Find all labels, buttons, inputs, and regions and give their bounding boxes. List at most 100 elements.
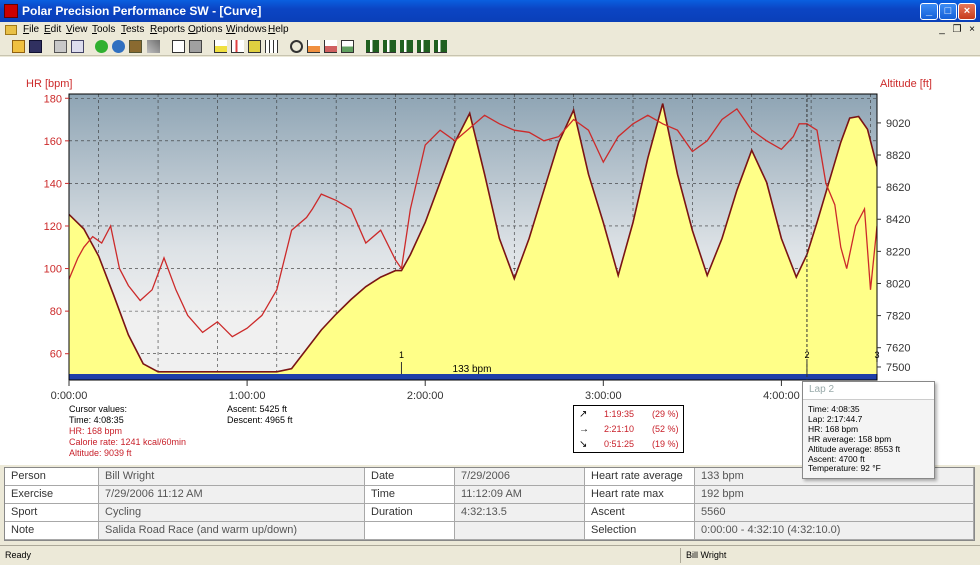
zone-time: 1:19:35: [604, 409, 635, 419]
y2-tick-label: 9020: [886, 118, 910, 130]
cursor-hr: HR: 168 bpm: [69, 426, 123, 436]
info-label: Sport: [5, 504, 99, 522]
lap-marker-label: 3: [874, 350, 879, 360]
chart-edit-icon[interactable]: [324, 40, 337, 53]
x-tick-label: 3:00:00: [585, 390, 622, 402]
grid-icon[interactable]: [265, 40, 278, 53]
y2-tick-label: 8020: [886, 278, 910, 290]
y-tick-label: 160: [44, 136, 62, 148]
info-label: Note: [5, 522, 99, 540]
lap-tooltip: Lap 2 Time: 4:08:35 Lap: 2:17:44.7 HR: 168…: [802, 381, 935, 479]
title-bar: Polar Precision Performance SW - [Curve]…: [0, 0, 980, 22]
y-tick-label: 80: [50, 306, 62, 318]
x-tick-label: 1:00:00: [229, 390, 266, 402]
y2-tick-label: 8420: [886, 214, 910, 226]
info-value: Bill Wright: [99, 468, 365, 486]
sync-icon[interactable]: [95, 40, 108, 53]
cursor-time: Time: 4:08:35: [69, 415, 124, 425]
wand-icon[interactable]: [129, 40, 142, 53]
info-label: Ascent: [585, 504, 695, 522]
info-value: 7/29/2006 11:12 AM: [99, 486, 365, 504]
arrow-down-icon: ↘: [579, 439, 588, 450]
ascent-value: Ascent: 5425 ft: [227, 404, 288, 414]
y-tick-label: 180: [44, 93, 62, 105]
info-value: Cycling: [99, 504, 365, 522]
arrow-right-icon: →: [579, 424, 589, 435]
toolbar: [0, 38, 980, 56]
info-value: 7/29/2006: [455, 468, 585, 486]
info-label: Person: [5, 468, 99, 486]
info-value: 5560: [695, 504, 974, 522]
cursor-calorie: Calorie rate: 1241 kcal/60min: [69, 437, 187, 447]
y2-tick-label: 7620: [886, 343, 910, 355]
zone-label: 133 bpm: [453, 364, 492, 375]
lap-marker-label: 1: [399, 350, 404, 360]
zone-time: 0:51:25: [604, 439, 635, 449]
book-icon[interactable]: [189, 40, 202, 53]
globe-icon[interactable]: [112, 40, 125, 53]
info-label: Time: [365, 486, 455, 504]
y-tick-label: 140: [44, 178, 62, 190]
info-label: Heart rate average: [585, 468, 695, 486]
stat-chart-1-icon[interactable]: [366, 40, 379, 53]
zone-time: 2:21:10: [604, 424, 635, 434]
window-icon[interactable]: [172, 40, 185, 53]
ascent-panel: Ascent: 5425 ft Descent: 4965 ft: [227, 404, 293, 426]
chart-settings-icon[interactable]: [307, 40, 320, 53]
x-tick-label: 0:00:00: [51, 390, 88, 402]
app-icon[interactable]: [4, 4, 18, 18]
compare-chart-icon[interactable]: [248, 40, 261, 53]
stat-chart-3-icon[interactable]: [400, 40, 413, 53]
zone-pct: (29 %): [652, 409, 679, 419]
info-label: Duration: [365, 504, 455, 522]
bar-chart-icon[interactable]: [231, 40, 244, 53]
menu-windows[interactable]: Windows: [226, 24, 267, 35]
copy-icon[interactable]: [71, 40, 84, 53]
chart-export-icon[interactable]: [341, 40, 354, 53]
wand2-icon[interactable]: [147, 40, 160, 53]
info-label: Heart rate max: [585, 486, 695, 504]
menu-edit[interactable]: Edit: [44, 24, 61, 35]
cursor-values-title: Cursor values:: [69, 404, 128, 414]
status-user: Bill Wright: [686, 550, 727, 560]
y2-tick-label: 7500: [886, 362, 910, 374]
x-tick-label: 4:00:00: [763, 390, 800, 402]
altitude-axis-label: Altitude [ft]: [880, 78, 932, 90]
zone-row-in: → 2:21:10 (52 %): [574, 423, 685, 437]
menu-file[interactable]: File: [23, 24, 39, 35]
print-icon[interactable]: [54, 40, 67, 53]
mdi-minimize-button[interactable]: _: [936, 24, 948, 36]
document-icon[interactable]: [5, 25, 17, 35]
zone-times-box: ↗ 1:19:35 (29 %) → 2:21:10 (52 %) ↘ 0:51…: [573, 405, 684, 453]
stat-chart-5-icon[interactable]: [434, 40, 447, 53]
menu-options[interactable]: Options: [188, 24, 222, 35]
maximize-button[interactable]: □: [939, 3, 957, 20]
mdi-restore-button[interactable]: ❐: [951, 24, 963, 36]
close-button[interactable]: ×: [958, 3, 976, 20]
zone-pct: (19 %): [652, 439, 679, 449]
status-divider: [680, 548, 681, 563]
y-tick-label: 60: [50, 349, 62, 361]
menu-reports[interactable]: Reports: [150, 24, 185, 35]
descent-value: Descent: 4965 ft: [227, 415, 293, 425]
status-text: Ready: [5, 550, 32, 560]
lap-tooltip-title: Lap 2: [803, 382, 934, 400]
area-chart-icon[interactable]: [214, 40, 227, 53]
mdi-close-button[interactable]: ×: [966, 24, 978, 36]
menu-view[interactable]: View: [66, 24, 88, 35]
info-label: Selection: [585, 522, 695, 540]
menu-tests[interactable]: Tests: [121, 24, 144, 35]
x-tick-label: 2:00:00: [407, 390, 444, 402]
minimize-button[interactable]: _: [920, 3, 938, 20]
stat-chart-4-icon[interactable]: [417, 40, 430, 53]
menu-help[interactable]: Help: [268, 24, 289, 35]
open-folder-icon[interactable]: [12, 40, 25, 53]
stat-chart-2-icon[interactable]: [383, 40, 396, 53]
y2-tick-label: 8820: [886, 150, 910, 162]
y-tick-label: 100: [44, 264, 62, 276]
menu-tools[interactable]: Tools: [92, 24, 115, 35]
zoom-icon[interactable]: [290, 40, 303, 53]
status-bar: Ready Bill Wright: [0, 545, 980, 565]
info-value: Salida Road Race (and warm up/down): [99, 522, 365, 540]
save-icon[interactable]: [29, 40, 42, 53]
